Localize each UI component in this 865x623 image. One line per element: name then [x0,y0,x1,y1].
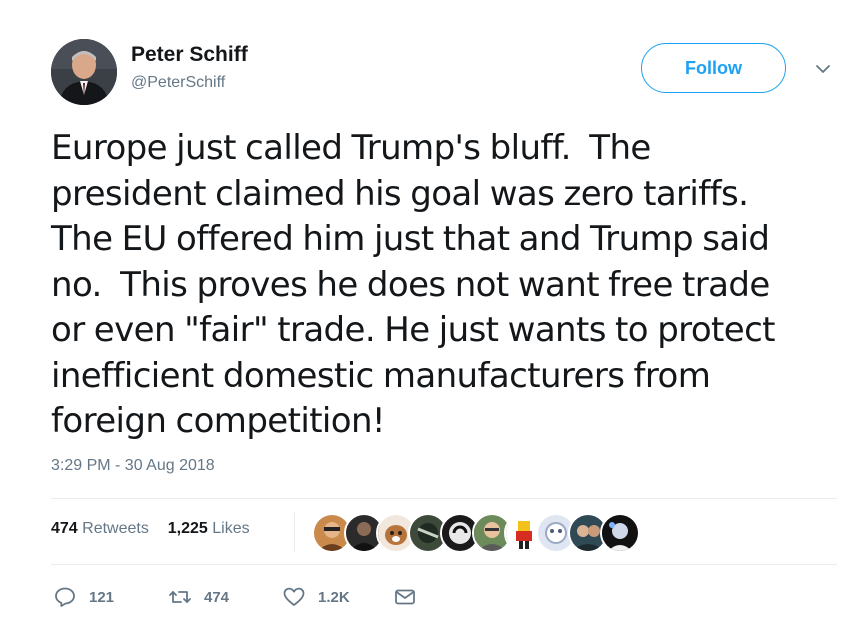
avatar[interactable] [51,39,117,105]
timestamp[interactable]: 3:29 PM - 30 Aug 2018 [51,457,215,475]
likes-stat[interactable]: 1,225 Likes [168,520,250,537]
retweet-icon [169,591,191,603]
stats-separator [294,512,295,552]
tweet-text-line: foreign competition! [51,401,386,441]
retweet-button[interactable]: 474 [168,585,229,609]
tweet-stats: 474 Retweets 1,225 Likes [51,520,250,538]
tweet-text-line: Europe just called Trump's bluff. The [51,128,651,168]
divider [51,564,837,565]
tweet-text: Europe just called Trump's bluff. The pr… [51,126,841,445]
retweets-stat[interactable]: 474 Retweets [51,520,153,537]
reply-count: 121 [89,588,115,606]
likes-label: Likes [212,520,250,537]
likes-count: 1,225 [167,520,208,537]
heart-icon [283,587,305,606]
tweet-text-line: inefficient domestic manufacturers from [51,355,711,396]
liker-avatar[interactable] [600,513,640,553]
retweets-label: Retweets [82,520,149,537]
divider [51,498,837,499]
tweet-text-line: or even "fair" trade. He just wants to p… [51,310,775,350]
tweet-text-line: president claimed his goal was zero tari… [51,173,749,214]
like-count: 1.2K [318,588,350,606]
tweet-card: Peter Schiff @PeterSchiff Follow Europe … [0,0,865,623]
tweet-text-line: no. This proves he does not want free tr… [51,264,770,305]
display-name[interactable]: Peter Schiff [131,43,248,67]
retweet-count: 474 [204,588,230,606]
follow-button[interactable]: Follow [641,43,786,93]
direct-message-button[interactable] [393,585,417,609]
reply-icon [55,587,75,607]
chevron-down-icon[interactable] [814,60,832,78]
user-handle[interactable]: @PeterSchiff [131,74,225,92]
reply-button[interactable]: 121 [53,585,114,609]
like-button[interactable]: 1.2K [282,585,350,609]
envelope-icon [395,589,415,605]
retweets-count: 474 [51,520,78,537]
tweet-text-line: The EU offered him just that and Trump s… [51,219,770,259]
